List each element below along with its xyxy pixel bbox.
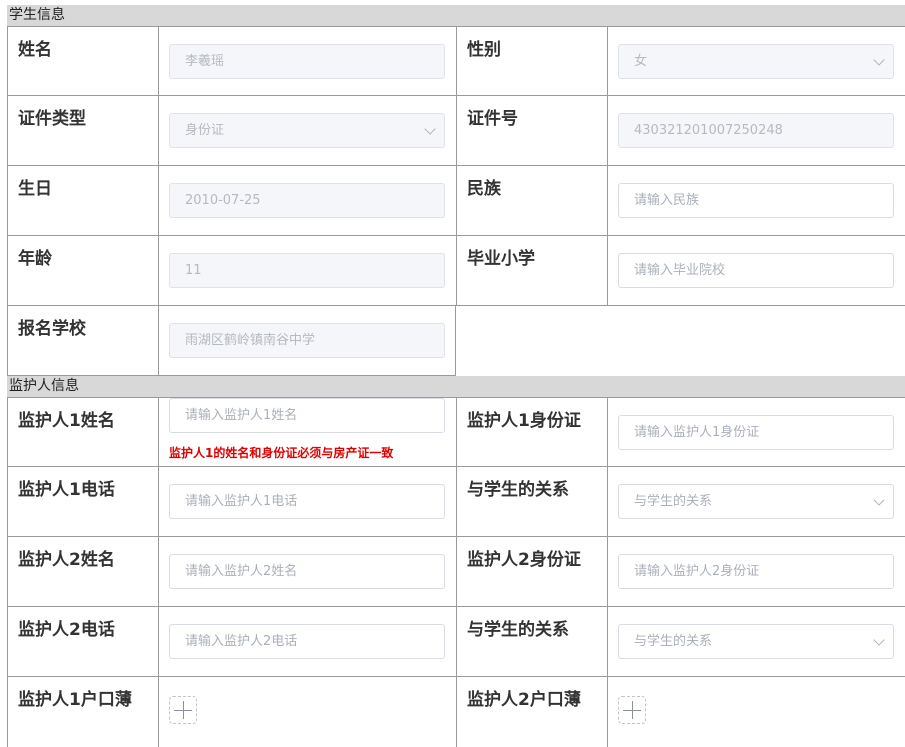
g1-id-input[interactable]: 请输入监护人1身份证	[618, 415, 894, 450]
ethnicity-input[interactable]: 请输入民族	[618, 183, 894, 218]
field-cell-id-type: 证件类型 身份证	[7, 96, 456, 165]
field-cell-g1-phone: 监护人1电话 请输入监护人1电话	[7, 467, 456, 536]
id-type-value: 身份证	[185, 123, 225, 138]
field-cell-birthday: 生日 2010-07-25	[7, 166, 456, 235]
g1-warning-text: 监护人1的姓名和身份证必须与房产证一致	[169, 446, 394, 460]
plus-icon-vertical	[183, 701, 184, 719]
form-row: 监护人2姓名 请输入监护人2姓名 监护人2身份证 请输入监护人2身份证	[7, 537, 905, 607]
plus-icon-vertical	[632, 701, 633, 719]
form-row: 生日 2010-07-25 民族 请输入民族	[7, 166, 905, 236]
field-cell-primary-school: 毕业小学 请输入毕业院校	[456, 236, 905, 305]
field-cell-g2-id: 监护人2身份证 请输入监护人2身份证	[456, 537, 905, 606]
primary-school-input[interactable]: 请输入毕业院校	[618, 253, 894, 288]
g1-hukou-upload-button[interactable]	[169, 696, 197, 724]
field-cell-id-number: 证件号 430321201007250248	[456, 96, 905, 165]
label-gender: 性别	[457, 27, 608, 95]
label-id-type: 证件类型	[8, 96, 159, 165]
label-primary-school: 毕业小学	[457, 236, 608, 305]
g1-relation-placeholder: 与学生的关系	[634, 494, 713, 509]
field-cell-name: 姓名 李羲瑶	[7, 27, 456, 95]
label-g1-relation: 与学生的关系	[457, 467, 608, 536]
id-number-input[interactable]: 430321201007250248	[618, 113, 894, 148]
label-age: 年龄	[8, 236, 159, 305]
form: 学生信息 姓名 李羲瑶 性别 女 证件类型 身份证 证件号 4303212010…	[7, 0, 905, 747]
g1-name-input[interactable]: 请输入监护人1姓名	[169, 398, 445, 433]
gender-select[interactable]: 女	[618, 44, 894, 79]
form-row: 年龄 11 毕业小学 请输入毕业院校	[7, 236, 905, 306]
label-g1-phone: 监护人1电话	[8, 467, 159, 536]
birthday-input[interactable]: 2010-07-25	[169, 183, 445, 218]
gender-value: 女	[634, 54, 648, 69]
g2-relation-placeholder: 与学生的关系	[634, 634, 713, 649]
label-g1-name: 监护人1姓名	[8, 398, 159, 466]
label-g1-hukou: 监护人1户口薄	[8, 677, 159, 747]
field-cell-age: 年龄 11	[7, 236, 456, 305]
g1-relation-select[interactable]: 与学生的关系	[618, 484, 894, 519]
apply-school-input[interactable]: 雨湖区鹤岭镇南谷中学	[169, 323, 445, 358]
field-cell-g1-name: 监护人1姓名 请输入监护人1姓名 监护人1的姓名和身份证必须与房产证一致	[7, 398, 456, 466]
field-cell-g2-hukou: 监护人2户口薄	[456, 677, 905, 747]
form-row: 监护人2电话 请输入监护人2电话 与学生的关系 与学生的关系	[7, 607, 905, 677]
label-g2-id: 监护人2身份证	[457, 537, 608, 606]
chevron-down-icon	[873, 634, 885, 646]
label-g2-relation: 与学生的关系	[457, 607, 608, 676]
chevron-down-icon	[873, 54, 885, 66]
label-apply-school: 报名学校	[8, 306, 159, 375]
g2-relation-select[interactable]: 与学生的关系	[618, 624, 894, 659]
field-cell-ethnicity: 民族 请输入民族	[456, 166, 905, 235]
age-input[interactable]: 11	[169, 253, 445, 288]
g2-name-input[interactable]: 请输入监护人2姓名	[169, 554, 445, 589]
label-g2-name: 监护人2姓名	[8, 537, 159, 606]
g1-phone-input[interactable]: 请输入监护人1电话	[169, 484, 445, 519]
g2-hukou-upload-button[interactable]	[618, 696, 646, 724]
label-id-number: 证件号	[457, 96, 608, 165]
section-header-guardian: 监护人信息	[7, 376, 905, 397]
form-row: 监护人1姓名 请输入监护人1姓名 监护人1的姓名和身份证必须与房产证一致 监护人…	[7, 397, 905, 467]
label-g2-hukou: 监护人2户口薄	[457, 677, 608, 747]
label-g2-phone: 监护人2电话	[8, 607, 159, 676]
field-cell-g2-phone: 监护人2电话 请输入监护人2电话	[7, 607, 456, 676]
section-header-student: 学生信息	[7, 0, 905, 26]
g2-phone-input[interactable]: 请输入监护人2电话	[169, 624, 445, 659]
form-row: 证件类型 身份证 证件号 430321201007250248	[7, 96, 905, 166]
form-row: 监护人1电话 请输入监护人1电话 与学生的关系 与学生的关系	[7, 467, 905, 537]
field-cell-g1-id: 监护人1身份证 请输入监护人1身份证	[456, 398, 905, 466]
form-row: 监护人1户口薄 监护人2户口薄	[7, 677, 905, 747]
form-row: 报名学校 雨湖区鹤岭镇南谷中学	[7, 306, 905, 376]
form-row: 姓名 李羲瑶 性别 女	[7, 26, 905, 96]
field-cell-g2-relation: 与学生的关系 与学生的关系	[456, 607, 905, 676]
label-name: 姓名	[8, 27, 159, 95]
label-g1-id: 监护人1身份证	[457, 398, 608, 466]
field-cell-gender: 性别 女	[456, 27, 905, 95]
name-input[interactable]: 李羲瑶	[169, 44, 445, 79]
chevron-down-icon	[873, 494, 885, 506]
field-cell-g1-relation: 与学生的关系 与学生的关系	[456, 467, 905, 536]
field-cell-apply-school: 报名学校 雨湖区鹤岭镇南谷中学	[7, 306, 456, 376]
field-cell-g1-hukou: 监护人1户口薄	[7, 677, 456, 747]
g2-id-input[interactable]: 请输入监护人2身份证	[618, 554, 894, 589]
id-type-select[interactable]: 身份证	[169, 113, 445, 148]
label-ethnicity: 民族	[457, 166, 608, 235]
label-birthday: 生日	[8, 166, 159, 235]
chevron-down-icon	[424, 123, 436, 135]
field-cell-g2-name: 监护人2姓名 请输入监护人2姓名	[7, 537, 456, 606]
